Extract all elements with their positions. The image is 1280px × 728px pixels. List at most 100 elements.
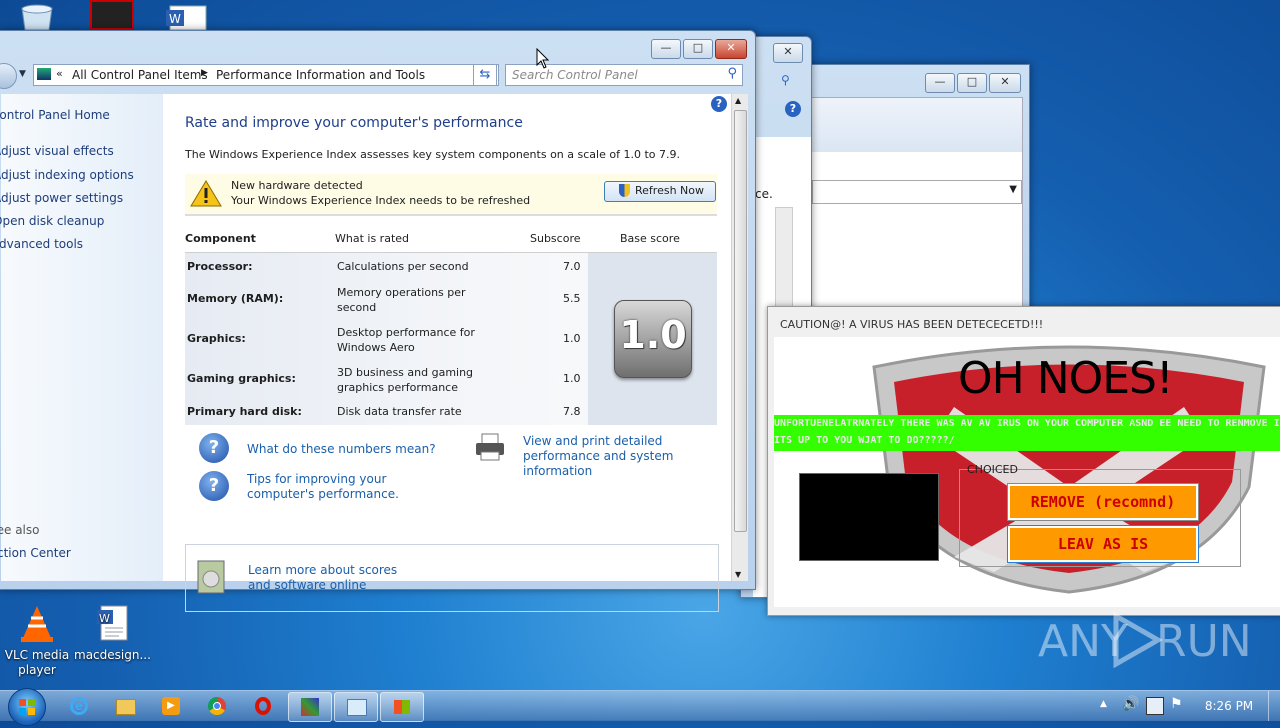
print-details-link[interactable]: View and print detailed performance and … <box>523 434 723 479</box>
opera-taskbar-button[interactable] <box>242 692 284 720</box>
maximize-button[interactable]: □ <box>957 73 987 93</box>
anyrun-watermark: ANY RUN <box>1038 612 1252 672</box>
caution-title: CAUTION@! A VIRUS HAS BEEN DETECECETD!!! <box>780 318 1044 331</box>
printer-icon <box>476 433 504 461</box>
choice-group: CHOICED REMOVE (recomnd) LEAV AS IS <box>959 463 1241 567</box>
chrome-taskbar-button[interactable] <box>196 692 238 720</box>
component-name: Graphics: <box>187 332 246 345</box>
adjust-visual-effects-link[interactable]: Adjust visual effects <box>0 144 114 158</box>
breadcrumb-separator-icon[interactable]: ▶ <box>201 68 208 78</box>
adjust-indexing-link[interactable]: Adjust indexing options <box>0 168 134 182</box>
app-taskbar-button[interactable] <box>288 692 332 722</box>
table-row: Primary hard disk: Disk data transfer ra… <box>185 401 588 425</box>
rated-description: 3D business and gaming graphics performa… <box>337 366 474 394</box>
black-preview-box <box>799 473 939 561</box>
shield-icon <box>619 184 630 197</box>
notice-bar: New hardware detected Your Windows Exper… <box>185 174 717 216</box>
action-center-link[interactable]: Action Center <box>0 546 71 560</box>
breadcrumb-chevron-icon[interactable]: « <box>56 67 63 80</box>
watermark-right: RUN <box>1156 616 1252 667</box>
tips-link[interactable]: Tips for improving your computer's perfo… <box>247 472 457 502</box>
search-icon[interactable]: ⚲ <box>781 73 799 91</box>
adjust-power-link[interactable]: Adjust power settings <box>0 191 123 205</box>
headline: OH NOES! <box>958 353 1174 404</box>
advanced-tools-link[interactable]: Advanced tools <box>0 237 83 251</box>
maximize-button[interactable]: □ <box>683 39 713 59</box>
close-button[interactable]: ✕ <box>715 39 747 59</box>
clock[interactable]: 8:26 PM <box>1196 699 1262 713</box>
breadcrumb-item[interactable]: Performance Information and Tools <box>216 68 425 82</box>
scroll-down-icon[interactable]: ▼ <box>735 570 741 579</box>
group-label: CHOICED <box>967 463 1018 476</box>
caution-window: CAUTION@! A VIRUS HAS BEEN DETECECETD!!!… <box>767 306 1280 616</box>
breadcrumb-item[interactable]: All Control Panel Items <box>72 68 208 82</box>
control-panel-taskbar-button[interactable] <box>334 692 378 722</box>
base-score-badge: 1.0 <box>614 300 692 378</box>
back-button[interactable] <box>0 63 17 89</box>
show-hidden-icons-button[interactable]: ▲ <box>1100 699 1107 709</box>
column-header: What is rated <box>335 232 410 245</box>
volume-icon[interactable]: 🔊 <box>1122 696 1139 712</box>
score-table: Component What is rated Subscore Base sc… <box>185 222 717 450</box>
rated-description: Disk data transfer rate <box>337 405 462 418</box>
software-box-icon <box>197 560 225 594</box>
red-app-icon[interactable] <box>90 0 134 30</box>
column-header: Component <box>185 232 256 245</box>
subscore: 7.0 <box>563 260 581 273</box>
help-icon[interactable]: ? <box>711 96 727 112</box>
word-doc-icon: W <box>97 605 128 641</box>
dropdown[interactable]: ▼ <box>812 180 1022 204</box>
vlc-desktop-icon[interactable]: VLC media player <box>0 604 74 678</box>
refresh-button[interactable]: ⇆ <box>473 64 497 86</box>
minimize-button[interactable]: — <box>651 39 681 59</box>
minimize-button[interactable]: — <box>925 73 955 93</box>
learn-more-box: Learn more about scores and software onl… <box>185 544 719 612</box>
explorer-taskbar-button[interactable] <box>104 692 146 720</box>
refresh-now-button[interactable]: Refresh Now <box>604 181 716 202</box>
control-panel-window: — □ ✕ ▼ « All Control Panel Items ▶ Perf… <box>0 30 756 612</box>
component-name: Primary hard disk: <box>187 405 302 418</box>
show-desktop-button[interactable] <box>1268 691 1280 721</box>
scroll-up-icon[interactable]: ▲ <box>735 96 741 105</box>
macdesign-desktop-icon[interactable]: W macdesign... <box>74 604 151 663</box>
opera-icon <box>255 697 271 715</box>
media-taskbar-button[interactable]: ▶ <box>150 692 192 720</box>
svg-text:W: W <box>99 612 110 625</box>
window-taskbar-button[interactable] <box>380 692 424 722</box>
numbers-meaning-link[interactable]: What do these numbers mean? <box>247 442 436 456</box>
rated-description: Calculations per second <box>337 260 469 273</box>
panel-area: ▼ <box>811 97 1023 309</box>
column-header: Subscore <box>530 232 581 245</box>
leave-button[interactable]: LEAV AS IS <box>1008 526 1198 562</box>
word-doc-icon[interactable]: W <box>164 0 212 31</box>
learn-more-link[interactable]: Learn more about scores and software onl… <box>248 563 418 593</box>
scroll-thumb[interactable] <box>734 110 747 532</box>
network-icon[interactable] <box>1146 697 1164 715</box>
svg-text:W: W <box>169 12 181 26</box>
disk-cleanup-link[interactable]: Open disk cleanup <box>0 214 104 228</box>
control-panel-home-link[interactable]: Control Panel Home <box>0 108 110 122</box>
folder-icon <box>116 699 136 715</box>
close-button[interactable]: ✕ <box>773 43 803 63</box>
scrollbar[interactable] <box>775 207 793 319</box>
close-button[interactable]: ✕ <box>989 73 1021 93</box>
search-icon[interactable]: ⚲ <box>727 66 737 81</box>
column-header: Base score <box>620 232 680 245</box>
action-center-flag-icon[interactable]: ⚑ <box>1170 696 1183 712</box>
subscore: 7.8 <box>563 405 581 418</box>
chevron-down-icon[interactable]: ▼ <box>19 69 26 79</box>
start-button[interactable] <box>8 688 46 726</box>
table-row: Memory (RAM): Memory operations per seco… <box>185 281 588 321</box>
address-bar[interactable]: « All Control Panel Items ▶ Performance … <box>33 64 499 86</box>
base-score-value: 1.0 <box>619 313 687 357</box>
vertical-scrollbar[interactable]: ▲ ▼ <box>731 94 748 581</box>
help-icon[interactable]: ? <box>785 101 801 117</box>
table-row: Gaming graphics: 3D business and gaming … <box>185 361 588 401</box>
control-panel-icon <box>37 68 51 80</box>
main-content: ? Rate and improve your computer's perfo… <box>163 94 731 612</box>
recycle-bin-icon[interactable] <box>18 0 56 31</box>
search-placeholder: Search Control Panel <box>512 68 638 82</box>
remove-button[interactable]: REMOVE (recomnd) <box>1008 484 1198 520</box>
notice-title: New hardware detected <box>231 179 363 192</box>
ie-taskbar-button[interactable]: e <box>58 692 100 720</box>
